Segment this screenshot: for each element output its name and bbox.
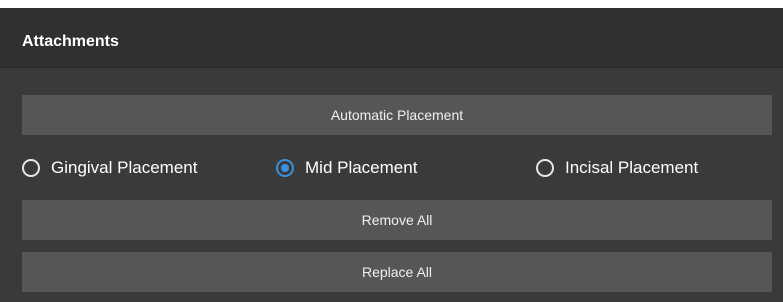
mid-placement-radio[interactable]: Mid Placement xyxy=(276,153,417,183)
attachments-panel: Attachments Automatic Placement Gingival… xyxy=(0,8,783,302)
gingival-placement-label: Gingival Placement xyxy=(51,158,198,177)
remove-all-button[interactable]: Remove All xyxy=(22,200,772,240)
gingival-placement-radio[interactable]: Gingival Placement xyxy=(22,153,197,183)
replace-all-button[interactable]: Replace All xyxy=(22,252,772,292)
radio-unchecked-icon xyxy=(536,159,554,177)
incisal-placement-label: Incisal Placement xyxy=(565,158,699,177)
radio-checked-icon xyxy=(276,159,294,177)
incisal-placement-radio[interactable]: Incisal Placement xyxy=(536,153,698,183)
placement-radio-group: Gingival Placement Mid Placement Incisal… xyxy=(0,143,783,193)
panel-header: Attachments xyxy=(0,8,783,68)
automatic-placement-button[interactable]: Automatic Placement xyxy=(22,95,772,135)
radio-unchecked-icon xyxy=(22,159,40,177)
radio-dot-icon xyxy=(281,164,289,172)
panel-title: Attachments xyxy=(22,33,119,50)
mid-placement-label: Mid Placement xyxy=(305,158,418,177)
